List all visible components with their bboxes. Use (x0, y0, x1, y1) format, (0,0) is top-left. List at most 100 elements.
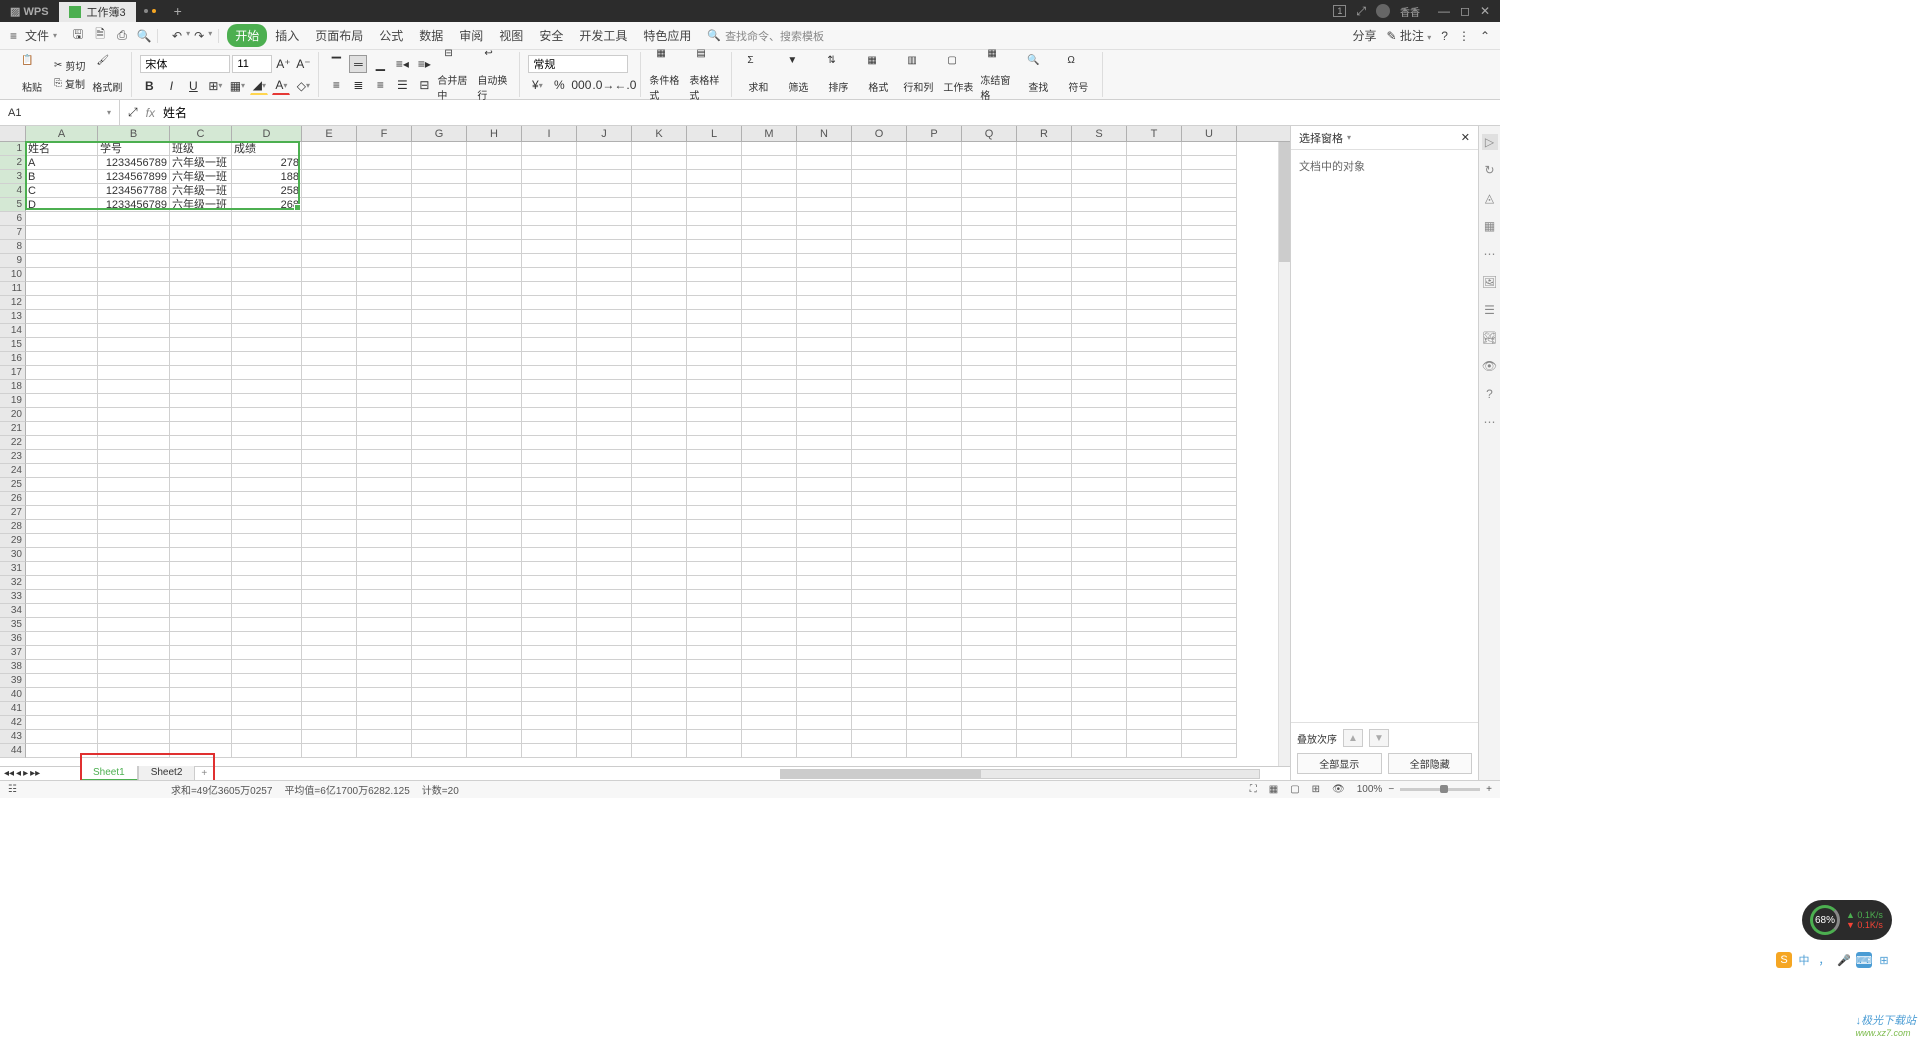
cell[interactable] (1127, 464, 1182, 478)
zoom-in-icon[interactable]: + (1486, 784, 1492, 795)
cell[interactable] (1127, 380, 1182, 394)
cell[interactable] (577, 254, 632, 268)
cell[interactable] (797, 436, 852, 450)
column-header[interactable]: U (1182, 126, 1237, 141)
cell[interactable] (907, 170, 962, 184)
column-header[interactable]: A (26, 126, 98, 141)
cell[interactable] (98, 730, 170, 744)
cell[interactable] (98, 716, 170, 730)
row-header[interactable]: 25 (0, 478, 26, 492)
cell[interactable] (1072, 282, 1127, 296)
cell[interactable] (302, 310, 357, 324)
hide-all-button[interactable]: 全部隐藏 (1388, 753, 1473, 774)
cell[interactable] (98, 618, 170, 632)
cell[interactable] (687, 716, 742, 730)
cell[interactable] (1127, 212, 1182, 226)
cell[interactable] (357, 408, 412, 422)
row-header[interactable]: 32 (0, 576, 26, 590)
cell[interactable]: 班级 (170, 142, 232, 156)
cell[interactable] (26, 408, 98, 422)
cell[interactable] (742, 310, 797, 324)
cell[interactable] (1072, 408, 1127, 422)
cell[interactable] (1072, 702, 1127, 716)
cell[interactable] (98, 338, 170, 352)
cell[interactable] (907, 198, 962, 212)
cell[interactable] (577, 240, 632, 254)
cell[interactable] (467, 408, 522, 422)
cell[interactable] (357, 352, 412, 366)
row-header[interactable]: 36 (0, 632, 26, 646)
cell[interactable] (467, 604, 522, 618)
cell[interactable] (907, 436, 962, 450)
cell[interactable] (412, 478, 467, 492)
cell[interactable] (962, 254, 1017, 268)
cell[interactable] (302, 744, 357, 758)
cell[interactable] (797, 268, 852, 282)
cell[interactable] (522, 534, 577, 548)
cell[interactable] (742, 212, 797, 226)
cell[interactable] (170, 296, 232, 310)
cell[interactable] (962, 408, 1017, 422)
cell[interactable] (632, 660, 687, 674)
cell[interactable] (357, 338, 412, 352)
cell[interactable] (412, 716, 467, 730)
cell[interactable] (170, 520, 232, 534)
cell[interactable] (742, 492, 797, 506)
scrollbar-thumb[interactable] (1279, 142, 1290, 262)
cell[interactable] (1127, 548, 1182, 562)
cell[interactable] (632, 632, 687, 646)
row-header[interactable]: 31 (0, 562, 26, 576)
cell[interactable] (467, 184, 522, 198)
cell[interactable] (1017, 520, 1072, 534)
cell[interactable] (302, 506, 357, 520)
cell[interactable] (467, 366, 522, 380)
cut-button[interactable]: ✂剪切 (54, 58, 85, 73)
cell[interactable] (98, 660, 170, 674)
cell[interactable] (797, 310, 852, 324)
cell[interactable] (852, 534, 907, 548)
cell[interactable] (742, 184, 797, 198)
cell[interactable] (577, 478, 632, 492)
cell[interactable] (1072, 142, 1127, 156)
cell[interactable] (1072, 534, 1127, 548)
cell[interactable] (577, 590, 632, 604)
cell[interactable] (1072, 240, 1127, 254)
ime-toolbar[interactable]: S 中 ， 🎤 ⌨ ⊞ (1776, 952, 1892, 968)
row-header[interactable]: 26 (0, 492, 26, 506)
cell[interactable] (26, 744, 98, 758)
cell[interactable] (302, 184, 357, 198)
distribute-button[interactable]: ⊟ (415, 76, 433, 94)
cell[interactable] (797, 688, 852, 702)
cell[interactable] (687, 282, 742, 296)
cell[interactable] (687, 352, 742, 366)
cell[interactable] (962, 156, 1017, 170)
cell[interactable] (1127, 324, 1182, 338)
cell[interactable] (1072, 520, 1127, 534)
cell[interactable] (687, 198, 742, 212)
cell[interactable] (962, 618, 1017, 632)
cell[interactable] (522, 254, 577, 268)
cell[interactable] (632, 646, 687, 660)
cell[interactable] (632, 604, 687, 618)
cell[interactable] (1127, 408, 1182, 422)
cell[interactable] (412, 380, 467, 394)
ime-mic-icon[interactable]: 🎤 (1836, 952, 1852, 968)
cell[interactable] (1182, 506, 1237, 520)
cell[interactable] (907, 562, 962, 576)
cell[interactable] (357, 604, 412, 618)
cell[interactable] (357, 674, 412, 688)
first-sheet-icon[interactable]: ◂◂ (4, 768, 14, 779)
cell[interactable] (98, 492, 170, 506)
cell[interactable] (302, 562, 357, 576)
increase-font-icon[interactable]: A⁺ (274, 55, 292, 73)
cell[interactable] (467, 464, 522, 478)
cell[interactable] (467, 310, 522, 324)
cell[interactable] (577, 142, 632, 156)
cell[interactable] (357, 562, 412, 576)
cell[interactable] (907, 632, 962, 646)
row-header[interactable]: 7 (0, 226, 26, 240)
cell[interactable] (577, 534, 632, 548)
cell[interactable] (1127, 478, 1182, 492)
cell[interactable] (962, 142, 1017, 156)
cell[interactable] (687, 688, 742, 702)
